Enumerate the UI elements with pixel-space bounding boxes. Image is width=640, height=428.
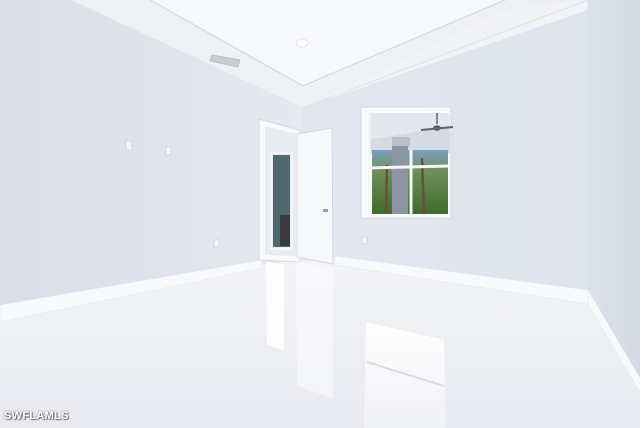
- watermark: SWFLAMLS: [4, 410, 69, 422]
- window-reflected-ceiling-beam: [392, 137, 410, 147]
- floor-outlet: [213, 239, 220, 248]
- door-handle: [323, 209, 328, 212]
- wall-outlet: [165, 146, 172, 156]
- floor-reflection-window: [364, 322, 446, 428]
- open-door: [296, 127, 334, 265]
- window-column: [392, 146, 408, 214]
- hallway-cabinet: [280, 215, 290, 246]
- room-photo: SWFLAMLS: [0, 0, 640, 428]
- window-sash-left: [368, 113, 371, 216]
- window-tree-trunk-1: [384, 164, 389, 215]
- room-illustration: [0, 0, 640, 428]
- floor-reflection-door: [266, 262, 284, 350]
- recessed-light: [295, 38, 309, 48]
- back-wall-outlet: [361, 236, 368, 245]
- wall-switch: [125, 140, 133, 151]
- floor-reflection-door-panel: [296, 262, 333, 398]
- window-mullion-horizontal: [367, 164, 451, 170]
